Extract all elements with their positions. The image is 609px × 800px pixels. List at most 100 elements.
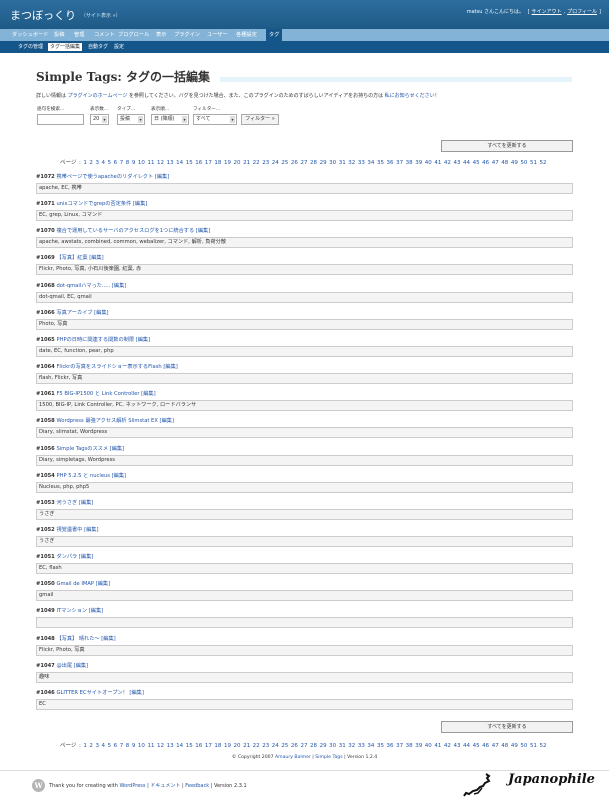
page-link[interactable]: 44 xyxy=(463,160,470,166)
page-link[interactable]: 24 xyxy=(272,160,279,166)
menu-blogroll[interactable]: ブログロール xyxy=(118,29,149,41)
post-edit-link[interactable]: [編集] xyxy=(112,473,126,479)
menu-tags[interactable]: タグ xyxy=(266,29,283,41)
post-title-link[interactable]: 視覚遺書中 xyxy=(56,527,82,533)
blog-title[interactable]: まつぼっくり xyxy=(10,7,76,23)
post-edit-link[interactable]: [編集] xyxy=(160,418,174,424)
page-link[interactable]: 32 xyxy=(348,743,355,749)
tags-input[interactable]: うさぎ xyxy=(36,508,573,520)
page-link[interactable]: 41 xyxy=(434,160,441,166)
page-link[interactable]: 5 xyxy=(108,160,112,166)
page-link[interactable]: 19 xyxy=(224,743,231,749)
page-link[interactable]: 14 xyxy=(176,743,183,749)
page-link[interactable]: 22 xyxy=(253,160,260,166)
tags-input[interactable]: flash, Flickr, 写真 xyxy=(36,373,573,385)
plugin-homepage-link[interactable]: プラグインのホームページ xyxy=(68,93,128,99)
page-link[interactable]: 48 xyxy=(501,743,508,749)
profile-link[interactable]: プロフィール xyxy=(567,9,597,15)
post-edit-link[interactable]: [編集] xyxy=(96,581,110,587)
post-edit-link[interactable]: [編集] xyxy=(136,337,150,343)
post-title-link[interactable]: 河うさぎ xyxy=(56,500,77,506)
page-link[interactable]: 9 xyxy=(132,743,136,749)
plugin-link[interactable]: Simple Tags xyxy=(315,755,342,760)
post-title-link[interactable]: 【写真】 晴れた～ xyxy=(56,636,99,642)
display-count-select[interactable]: 20 ▾ xyxy=(90,114,109,125)
submenu-auto-tags[interactable]: 自動タグ xyxy=(88,43,108,51)
post-title-link[interactable]: Wordpress 最強アクセス解析 Slimstat EX xyxy=(56,418,157,424)
post-edit-link[interactable]: [編集] xyxy=(163,364,177,370)
page-link[interactable]: 21 xyxy=(243,743,250,749)
page-link[interactable]: 22 xyxy=(253,743,260,749)
page-link[interactable]: 26 xyxy=(291,743,298,749)
feedback-link[interactable]: Feedback xyxy=(185,783,209,789)
page-link[interactable]: 6 xyxy=(114,160,118,166)
post-title-link[interactable]: Flickrの写真をスライドショー表示するFlash xyxy=(56,364,161,370)
tags-input[interactable]: Diary, simpletags, Wordpress xyxy=(36,454,573,466)
menu-users[interactable]: ユーザー xyxy=(207,29,228,41)
post-title-link[interactable]: 【写真】紅葉 xyxy=(56,255,87,261)
tags-input[interactable]: EC xyxy=(36,698,573,710)
page-link[interactable]: 46 xyxy=(482,160,489,166)
menu-comments[interactable]: コメント xyxy=(94,29,115,41)
tags-input[interactable]: Photo, 写真 xyxy=(36,318,573,330)
post-title-link[interactable]: 写真アーカイブ xyxy=(56,310,92,316)
post-edit-link[interactable]: [編集] xyxy=(89,255,103,261)
submenu-mass-edit-tags[interactable]: タグ一括編集 xyxy=(48,43,83,51)
page-link[interactable]: 18 xyxy=(214,160,221,166)
page-link[interactable]: 37 xyxy=(396,160,403,166)
post-title-link[interactable]: ダンパラ xyxy=(56,554,77,560)
tags-input[interactable]: 趣味 xyxy=(36,671,573,683)
post-title-link[interactable]: F5 BIG-IP1500 と Link Controller xyxy=(56,391,139,397)
page-link[interactable]: 32 xyxy=(348,160,355,166)
tags-input[interactable]: apache, EC, 携帯 xyxy=(36,183,573,194)
page-link[interactable]: 41 xyxy=(434,743,441,749)
post-edit-link[interactable]: [編集] xyxy=(133,201,147,207)
page-link[interactable]: 38 xyxy=(406,160,413,166)
page-link[interactable]: 4 xyxy=(102,160,106,166)
page-link[interactable]: 27 xyxy=(300,743,307,749)
menu-options[interactable]: 各種設定 xyxy=(236,29,257,41)
page-link[interactable]: 16 xyxy=(195,743,202,749)
page-link[interactable]: 35 xyxy=(377,160,384,166)
page-link[interactable]: 3 xyxy=(95,160,99,166)
page-link[interactable]: 27 xyxy=(300,160,307,166)
menu-dashboard[interactable]: ダッシュボード xyxy=(12,29,48,41)
page-link[interactable]: 12 xyxy=(157,160,164,166)
page-link[interactable]: 5 xyxy=(108,743,112,749)
post-edit-link[interactable]: [編集] xyxy=(79,554,93,560)
page-link[interactable]: 18 xyxy=(214,743,221,749)
search-input[interactable] xyxy=(37,114,84,125)
tags-input[interactable]: Flickr, Photo, 写真, 小石川後楽園, 紅葉, 赤 xyxy=(36,264,573,276)
page-link[interactable]: 44 xyxy=(463,743,470,749)
tags-input[interactable]: apache, awstats, combined, common, webal… xyxy=(36,237,573,249)
post-edit-link[interactable]: [編集] xyxy=(110,446,124,452)
page-link[interactable]: 20 xyxy=(234,743,241,749)
page-link[interactable]: 39 xyxy=(415,743,422,749)
post-edit-link[interactable]: [編集] xyxy=(74,663,88,669)
page-link[interactable]: 36 xyxy=(387,160,394,166)
page-link[interactable]: 49 xyxy=(511,743,518,749)
update-all-button-top[interactable]: すべてを更新する xyxy=(441,140,573,152)
page-link[interactable]: 35 xyxy=(377,743,384,749)
page-link[interactable]: 17 xyxy=(205,743,212,749)
post-title-link[interactable]: Simple Tagsのススメ xyxy=(56,446,108,452)
page-link[interactable]: 13 xyxy=(167,160,174,166)
page-link[interactable]: 10 xyxy=(138,743,145,749)
tags-input[interactable]: Nucleus, php, php5 xyxy=(36,481,573,493)
menu-write[interactable]: 投稿 xyxy=(54,29,64,41)
post-edit-link[interactable]: [編集] xyxy=(89,608,103,614)
page-link[interactable]: 38 xyxy=(406,743,413,749)
page-link[interactable]: 19 xyxy=(224,160,231,166)
page-link[interactable]: 43 xyxy=(453,160,460,166)
order-select[interactable]: 日 (降順) ▾ xyxy=(151,114,189,125)
page-link[interactable]: 29 xyxy=(320,743,327,749)
page-link[interactable]: 39 xyxy=(415,160,422,166)
author-link[interactable]: Amaury Balmer xyxy=(275,755,311,760)
post-title-link[interactable]: @出尾 xyxy=(56,663,72,669)
tags-input[interactable]: gmail xyxy=(36,590,573,602)
page-link[interactable]: 13 xyxy=(167,743,174,749)
page-link[interactable]: 14 xyxy=(176,160,183,166)
post-edit-link[interactable]: [編集] xyxy=(155,174,169,180)
page-link[interactable]: 2 xyxy=(89,743,93,749)
post-title-link[interactable]: PHP 5.2.5 と nucleus xyxy=(56,473,110,479)
